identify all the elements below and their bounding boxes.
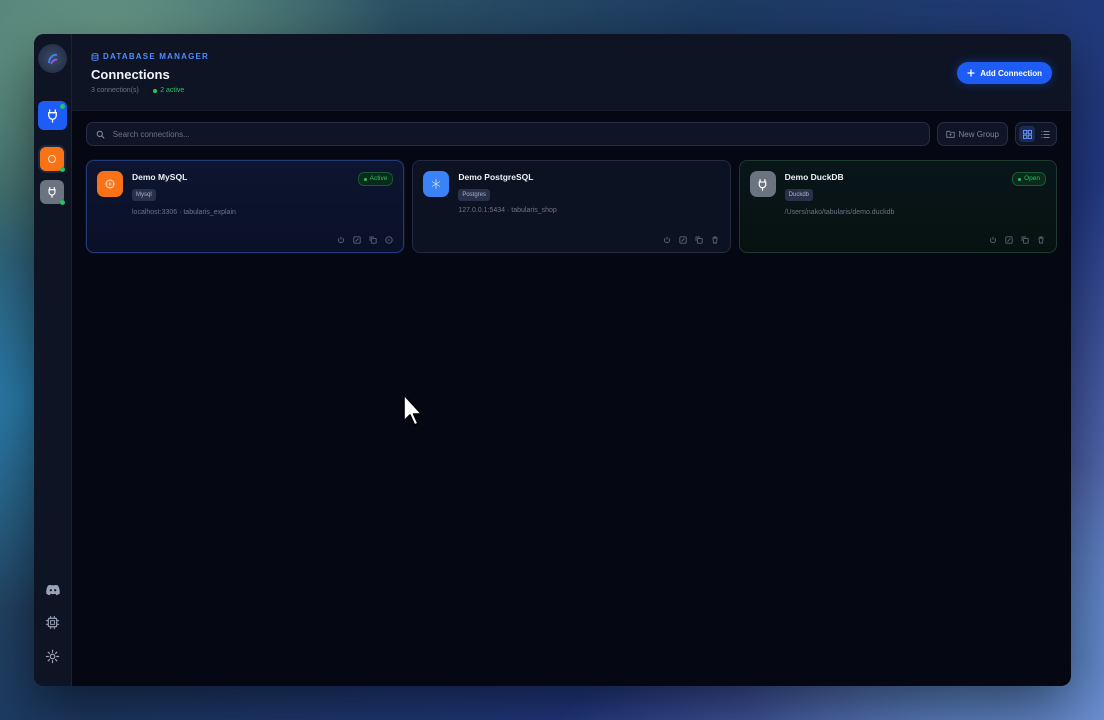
status-label: Open [1024, 175, 1040, 182]
status-dot [60, 167, 65, 172]
mysql-icon [97, 171, 123, 197]
card-actions [989, 235, 1046, 244]
card-actions [336, 235, 393, 244]
search-icon [96, 130, 105, 139]
status-dot [60, 200, 65, 205]
cpu-icon [45, 615, 60, 630]
page-header: DATABASE MANAGER Connections 3 connectio… [72, 34, 1071, 111]
connection-card-demo-postgresql[interactable]: Demo PostgreSQL Postgres 127.0.0.1:5434 … [412, 160, 731, 253]
copy-icon[interactable] [368, 235, 377, 244]
edit-icon[interactable] [352, 235, 361, 244]
connection-count: 3 connection(s) [91, 87, 139, 94]
plus-icon [967, 69, 975, 77]
delete-icon[interactable] [384, 235, 393, 244]
duckdb-icon [749, 171, 776, 197]
copy-icon[interactable] [1021, 235, 1030, 244]
list-icon [1040, 130, 1049, 138]
status-dot [363, 177, 367, 181]
status-badge: Active [357, 172, 394, 186]
sidebar-item-connections[interactable] [38, 101, 67, 130]
status-dot [1018, 177, 1022, 181]
add-connection-button[interactable]: Add Connection [957, 62, 1052, 84]
folder-plus-icon [945, 130, 955, 138]
connection-name: Demo MySQL [132, 172, 188, 182]
plugins-button[interactable] [38, 608, 67, 637]
connection-card-demo-duckdb[interactable]: Demo DuckDB Duckdb /Users/nako/tabularis… [738, 160, 1057, 253]
sidebar-rail [34, 34, 72, 686]
sidebar-item-demo-duckdb[interactable] [40, 180, 65, 205]
database-icon [91, 52, 99, 61]
mouse-cursor-icon [403, 394, 423, 426]
connection-grid: Demo MySQL Mysql localhost:3306 · tabula… [86, 160, 1057, 253]
page-title: Connections [91, 67, 170, 82]
view-toggle [1015, 122, 1057, 146]
discord-button[interactable] [38, 575, 67, 604]
add-connection-label: Add Connection [980, 68, 1042, 78]
engine-chip: Postgres [458, 189, 491, 201]
active-dot [153, 88, 158, 93]
connection-host: /Users/nako/tabularis/demo.duckdb [784, 209, 895, 216]
separator: · [144, 87, 148, 94]
connection-host: localhost:3306 · tabularis_explain [132, 209, 236, 216]
settings-button[interactable] [38, 642, 67, 671]
power-icon[interactable] [989, 235, 998, 244]
edit-icon[interactable] [1005, 235, 1014, 244]
search-box [86, 122, 930, 146]
engine-chip: Duckdb [784, 189, 813, 201]
connection-summary: 3 connection(s) · 2 active [91, 87, 184, 94]
new-group-button[interactable]: New Group [936, 122, 1008, 146]
card-actions [663, 235, 720, 244]
mysql-icon [48, 155, 56, 163]
discord-icon [45, 584, 60, 595]
edit-icon[interactable] [679, 235, 688, 244]
new-group-label: New Group [958, 129, 999, 139]
active-count: 2 active [153, 87, 184, 94]
eyebrow-label: DATABASE MANAGER [103, 52, 210, 61]
app-logo-icon [38, 44, 67, 73]
search-input[interactable] [110, 128, 920, 140]
postgres-icon [423, 171, 450, 197]
connection-name: Demo PostgreSQL [458, 172, 534, 182]
plug-icon [48, 109, 57, 123]
toolbar: New Group [86, 122, 1057, 146]
grid-view-button[interactable] [1019, 126, 1035, 142]
main-content: DATABASE MANAGER Connections 3 connectio… [72, 34, 1071, 686]
engine-chip: Mysql [132, 189, 156, 201]
power-icon[interactable] [663, 235, 672, 244]
status-label: Active [369, 175, 388, 182]
status-badge: Open [1012, 172, 1046, 186]
connection-host: 127.0.0.1:5434 · tabularis_shop [458, 207, 557, 214]
active-count-label: 2 active [160, 87, 185, 94]
duckdb-plug-icon [48, 186, 56, 198]
gear-icon [45, 649, 60, 664]
copy-icon[interactable] [695, 235, 704, 244]
grid-icon [1022, 129, 1032, 139]
section-eyebrow: DATABASE MANAGER [91, 52, 209, 61]
app-window: DATABASE MANAGER Connections 3 connectio… [34, 34, 1071, 686]
power-icon[interactable] [336, 235, 345, 244]
connection-name: Demo DuckDB [784, 172, 844, 182]
delete-icon[interactable] [711, 235, 720, 244]
delete-icon[interactable] [1037, 235, 1046, 244]
connection-card-demo-mysql[interactable]: Demo MySQL Mysql localhost:3306 · tabula… [86, 160, 405, 253]
list-view-button[interactable] [1037, 126, 1053, 142]
sidebar-item-demo-mysql[interactable] [40, 147, 65, 172]
status-dot [60, 104, 65, 109]
